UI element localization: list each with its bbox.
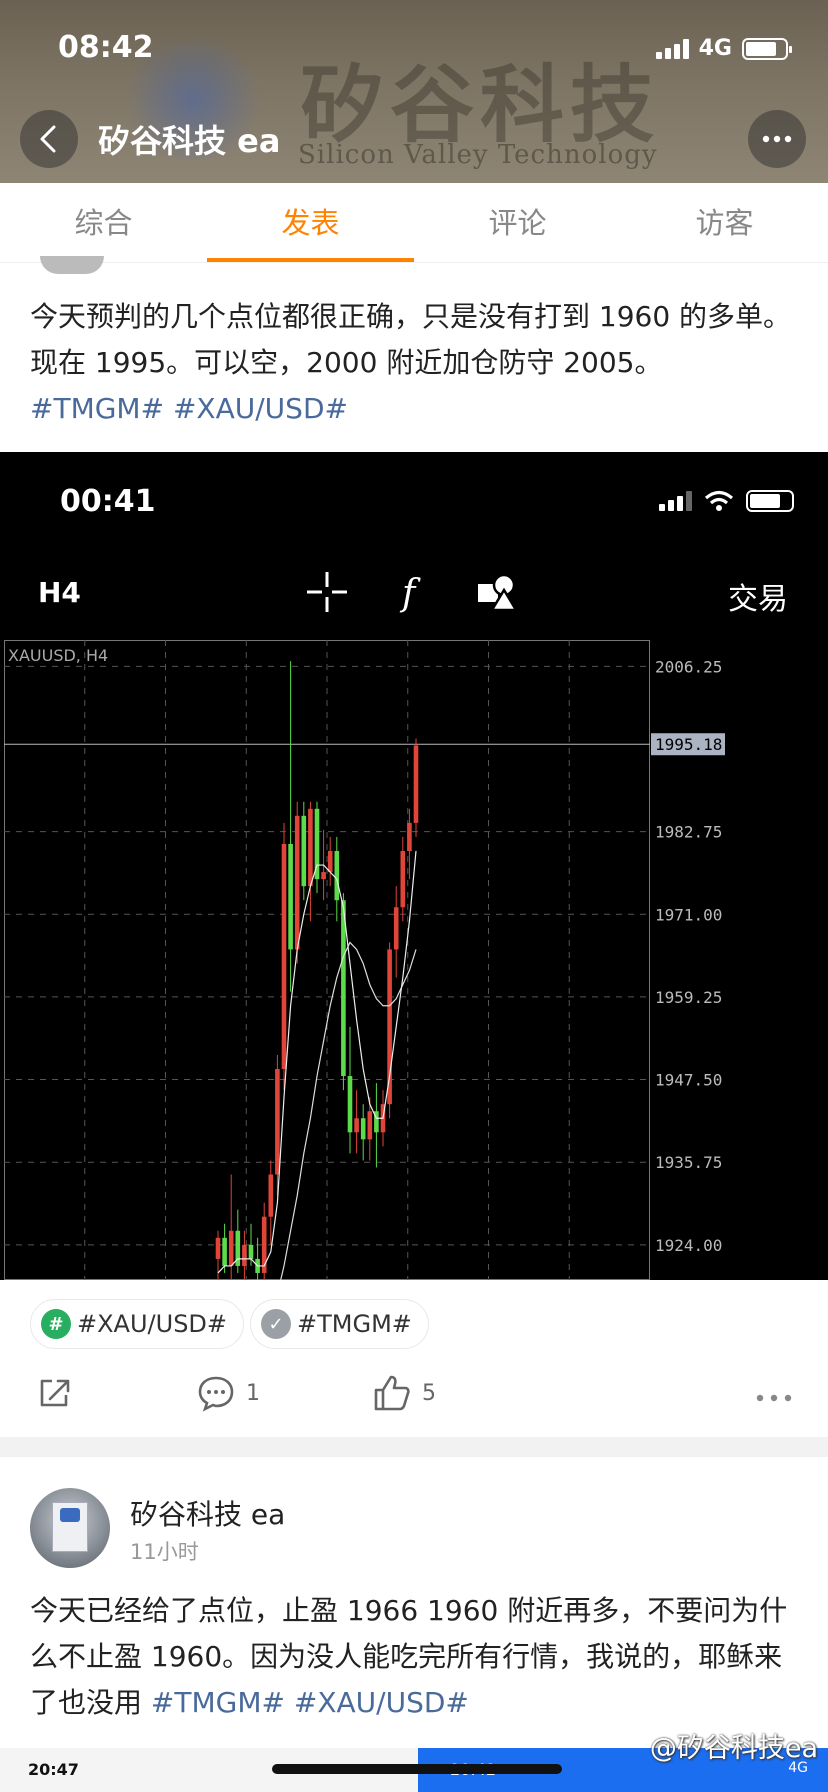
share-button[interactable]	[36, 1373, 76, 1413]
more-actions-button[interactable]	[756, 1379, 792, 1409]
tab-overview[interactable]: 综合	[0, 183, 207, 262]
candle-body	[275, 1069, 280, 1175]
y-tick-label: 1947.50	[655, 1071, 722, 1090]
drawing-objects-icon[interactable]	[476, 570, 520, 614]
profile-tabs: 综合 发表 评论 访客	[0, 183, 828, 263]
hashtag-link[interactable]: #TMGM#	[151, 1686, 285, 1719]
author-name[interactable]: 矽谷科技 ea	[130, 1493, 285, 1533]
post-text: 今天预判的几个点位都很正确，只是没有打到 1960 的多单。现在 1995。可以…	[30, 294, 800, 432]
topic-chip-xauusd[interactable]: # #XAU/USD#	[30, 1299, 245, 1349]
post-image[interactable]: 00:41 H4 f 交易 2006.25 1995.18 1982.75 1971.…	[0, 452, 828, 1280]
avatar[interactable]	[40, 256, 104, 274]
ellipsis-icon	[756, 1394, 792, 1402]
crosshair-icon[interactable]	[305, 570, 349, 614]
thumbs-up-icon	[374, 1375, 410, 1411]
back-button[interactable]	[20, 110, 78, 168]
trade-button[interactable]: 交易	[728, 574, 788, 618]
like-count: 5	[422, 1380, 436, 1406]
status-bar-time: 08:42	[58, 30, 154, 65]
screenshot-status-time: 00:41	[60, 484, 156, 519]
post-text: 今天已经给了点位，止盈 1966 1960 附近再多，不要问为什么不止盈 196…	[30, 1588, 800, 1726]
y-tick-label: 1995.18	[655, 735, 722, 754]
ellipsis-icon	[762, 135, 792, 143]
price-chart: 2006.25 1995.18 1982.75 1971.00 1959.25 1947.…	[4, 640, 828, 1280]
profile-header: 矽谷科技 Silicon Valley Technology 08:42 4G …	[0, 0, 828, 183]
hashtag-link[interactable]: #TMGM#	[30, 392, 164, 425]
tab-posts[interactable]: 发表	[207, 183, 414, 262]
network-type-label: 4G	[698, 36, 732, 61]
hashtag-link[interactable]: #XAU/USD#	[173, 392, 348, 425]
candle-body	[215, 1237, 221, 1259]
candle-body	[367, 1111, 373, 1140]
cellular-signal-icon	[659, 491, 692, 511]
home-indicator[interactable]	[272, 1764, 562, 1774]
chip-label: #TMGM#	[297, 1310, 412, 1338]
candle-body	[222, 1237, 227, 1266]
candle-body	[407, 822, 412, 851]
candle-body	[360, 1118, 366, 1140]
comment-count: 1	[246, 1380, 260, 1406]
tab-visitors[interactable]: 访客	[621, 183, 828, 262]
chevron-left-icon	[40, 125, 56, 153]
y-tick-label: 1971.00	[655, 905, 722, 924]
comment-icon	[198, 1376, 234, 1412]
chip-label: #XAU/USD#	[77, 1310, 228, 1338]
hashtag-icon: #	[41, 1309, 71, 1339]
candle-body	[347, 1076, 353, 1133]
y-tick-label: 2006.25	[655, 657, 722, 676]
tab-comments[interactable]: 评论	[414, 183, 621, 262]
y-tick-label: 1924.00	[655, 1236, 722, 1255]
svg-text:f: f	[399, 573, 421, 614]
screenshot-status-icons	[659, 490, 794, 512]
comment-button[interactable]: 1	[196, 1373, 260, 1413]
hashtag-link[interactable]: #XAU/USD#	[294, 1686, 469, 1719]
share-icon	[40, 1379, 70, 1407]
post-body: 今天预判的几个点位都很正确，只是没有打到 1960 的多单。现在 1995。可以…	[30, 300, 792, 379]
candle-body	[321, 872, 326, 880]
y-tick-label: 1935.75	[655, 1153, 722, 1172]
candle-body	[294, 815, 300, 950]
like-button[interactable]: 5	[372, 1373, 436, 1413]
topic-chip-tmgm[interactable]: ✓ #TMGM#	[250, 1299, 429, 1349]
post-timestamp: 11小时	[130, 1540, 199, 1564]
candle-body	[334, 850, 340, 901]
candle-body	[242, 1244, 247, 1266]
candle-body	[228, 1230, 234, 1266]
header-watermark-subtitle: Silicon Valley Technology	[298, 140, 658, 170]
weibo-watermark: @矽谷科技ea	[649, 1733, 818, 1764]
candle-body	[327, 850, 333, 873]
battery-icon	[746, 490, 794, 512]
status-bar-icons: 4G	[655, 36, 792, 61]
avatar[interactable]	[30, 1488, 110, 1568]
moving-average-slow-line	[280, 941, 417, 1280]
y-tick-label: 1959.25	[655, 988, 722, 1007]
page-title: 矽谷科技 ea	[98, 122, 281, 160]
candle-body	[354, 1118, 359, 1133]
candle-body	[308, 808, 313, 887]
candle-body	[341, 900, 346, 1077]
candlestick-chart: 2006.25 1995.18 1982.75 1971.00 1959.25 1947.…	[4, 640, 725, 1280]
indicator-function-icon[interactable]: f	[392, 570, 436, 614]
y-tick-label: 1982.75	[655, 823, 722, 842]
candle-body	[268, 1174, 274, 1217]
battery-icon	[742, 37, 792, 60]
candle-body	[387, 949, 392, 1105]
chart-symbol-label: XAUUSD, H4	[8, 646, 109, 665]
candle-body	[301, 815, 307, 887]
candle-body	[281, 843, 287, 1070]
candle-body	[288, 843, 293, 950]
post-action-bar: 1 5	[0, 1365, 828, 1425]
wifi-icon	[704, 490, 734, 511]
candle-body	[248, 1244, 254, 1259]
candle-body	[413, 745, 419, 823]
candle-body	[393, 907, 399, 950]
preview-time-left: 20:47	[28, 1760, 79, 1779]
more-options-button[interactable]	[748, 110, 806, 168]
candle-body	[400, 850, 406, 908]
timeframe-selector[interactable]: H4	[38, 576, 81, 609]
post-divider	[0, 1437, 828, 1457]
verified-badge-icon: ✓	[261, 1309, 291, 1339]
cellular-signal-icon	[655, 38, 689, 59]
